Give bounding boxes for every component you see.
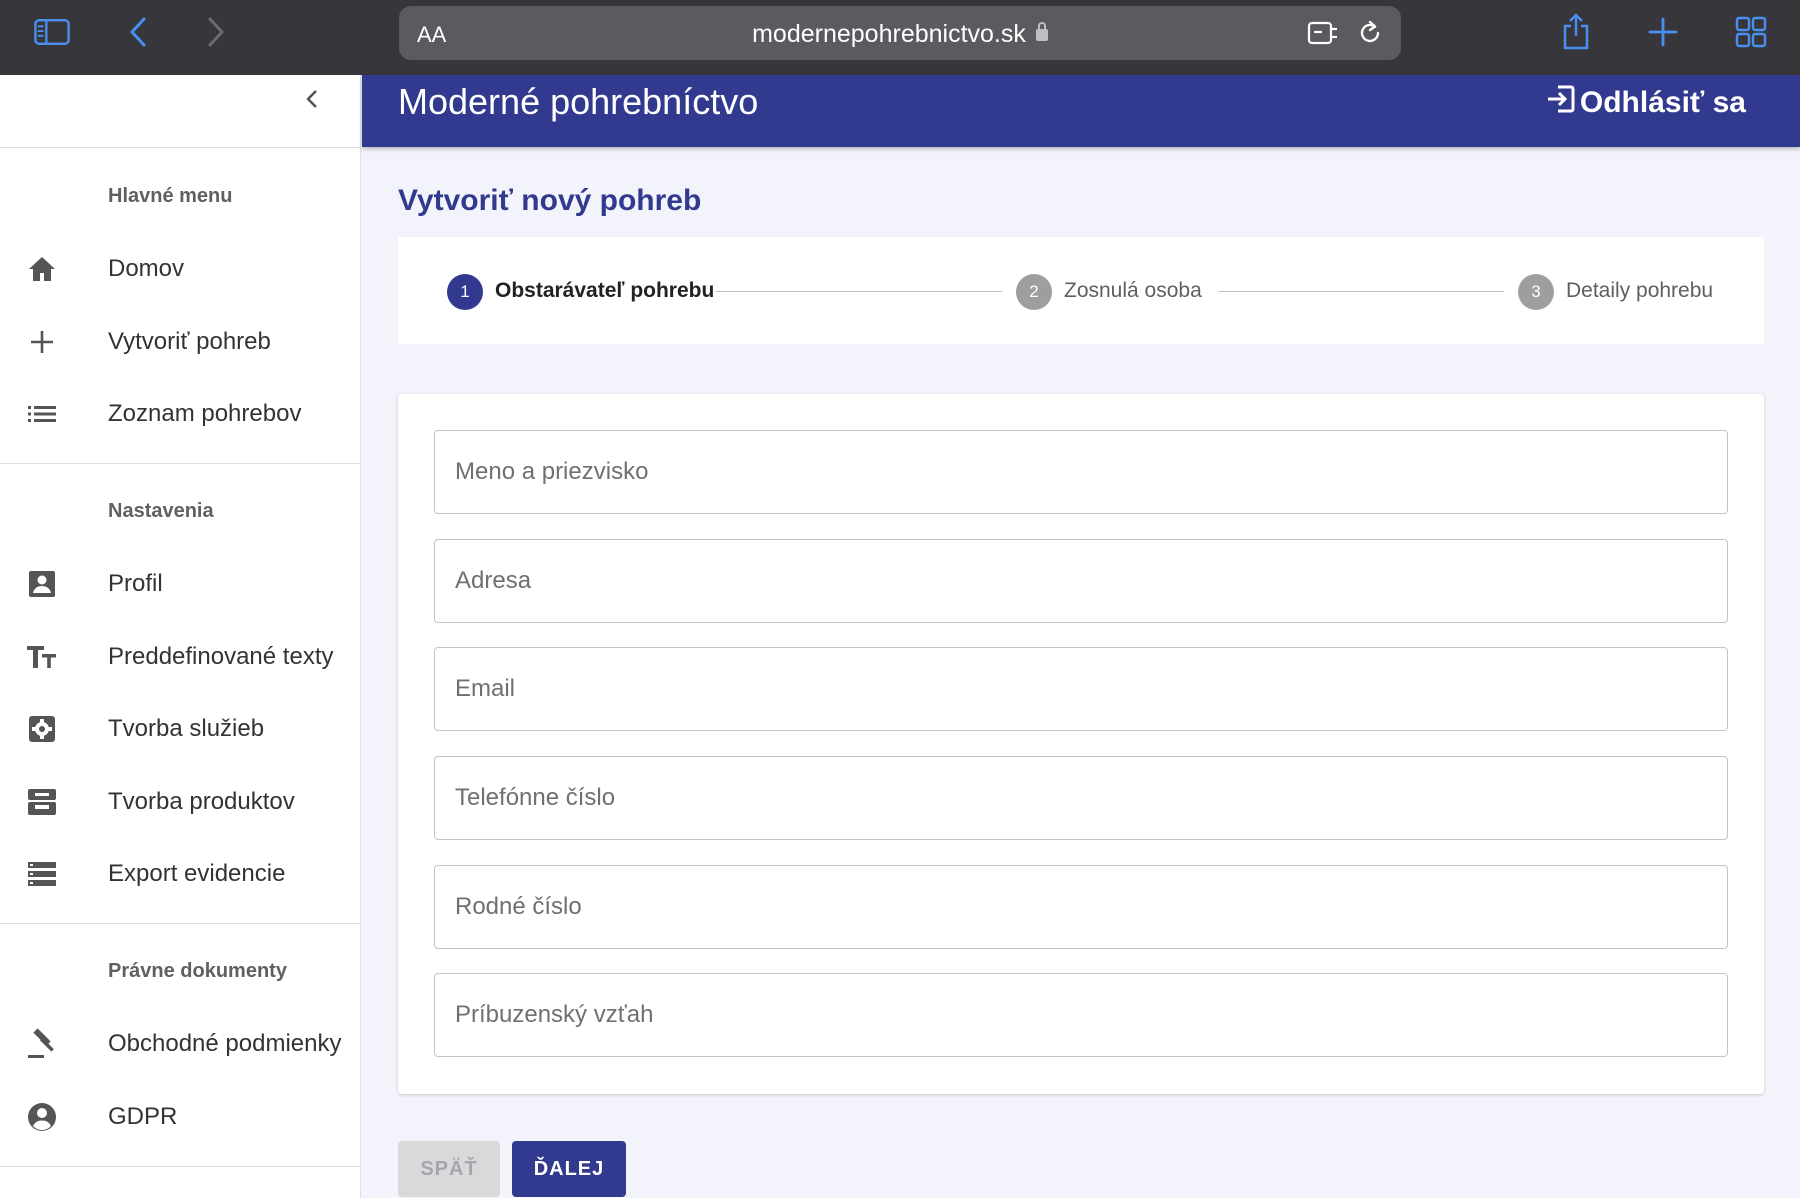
sidebar-item-funeral-list[interactable]: Zoznam pohrebov [0,378,361,450]
settings-box-icon [26,713,58,745]
sidebar-item-label: GDPR [108,1103,178,1130]
sidebar-item-label: Profil [108,570,163,597]
chevron-left-icon[interactable] [296,83,328,115]
sidebar-header [0,75,361,148]
storage-icon [26,858,58,890]
sidebar-item-label: Tvorba služieb [108,715,265,742]
step-label-1[interactable]: Obstarávateľ pohrebu [495,279,714,303]
sidebar: Hlavné menu Domov Vytvoriť pohreb Zoznam… [0,75,361,1198]
logout-label: Odhlásiť sa [1579,86,1746,119]
inbox-icon [26,786,58,818]
step-connector [1218,291,1504,292]
next-button[interactable]: ĎALEJ [512,1141,626,1197]
address-bar[interactable]: AA modernepohrebnictvo.sk [399,6,1401,60]
section-heading-legal: Právne dokumenty [108,960,287,982]
home-icon [26,253,58,285]
sidebar-item-create-funeral[interactable]: Vytvoriť pohreb [0,306,361,378]
text-fields-icon [26,641,58,673]
page-title: Vytvoriť nový pohreb [398,184,702,217]
section-heading-settings: Nastavenia [108,500,214,522]
lock-icon [1035,22,1048,41]
url-text[interactable]: modernepohrebnictvo.sk [399,20,1401,49]
gavel-icon [26,1028,58,1060]
step-number-1[interactable]: 1 [447,274,483,310]
procurer-form [398,394,1764,1094]
tabs-icon[interactable] [1733,14,1769,50]
sidebar-item-label: Preddefinované texty [108,643,334,670]
section-heading-main-menu: Hlavné menu [108,185,233,207]
sidebar-item-label: Vytvoriť pohreb [108,328,271,355]
step-connector [716,291,1002,292]
plus-icon [26,326,58,358]
sidebar-item-products[interactable]: Tvorba produktov [0,766,361,838]
sidebar-item-label: Obchodné podmienky [108,1030,342,1057]
stepper: 1 Obstarávateľ pohrebu 2 Zosnulá osoba 3… [398,237,1764,344]
sidebar-item-label: Zoznam pohrebov [108,400,302,427]
phone-field[interactable] [434,756,1728,840]
address-field[interactable] [434,539,1728,623]
app-header: Moderné pohrebníctvo Odhlásiť sa [362,75,1800,147]
step-label-2[interactable]: Zosnulá osoba [1064,279,1202,303]
sidebar-item-label: Domov [108,255,185,282]
step-number-2[interactable]: 2 [1016,274,1052,310]
profile-icon [26,568,58,600]
sidebar-divider [0,463,361,464]
sidebar-divider [0,1166,361,1167]
sidebar-item-export[interactable]: Export evidencie [0,838,361,910]
logout-icon [1546,84,1576,122]
sidebar-item-label: Tvorba produktov [108,788,295,815]
account-circle-icon [26,1101,58,1133]
share-icon[interactable] [1558,13,1594,50]
reader-icon[interactable] [1305,15,1341,51]
logout-button[interactable]: Odhlásiť sa [1546,84,1746,122]
step-number-3[interactable]: 3 [1518,274,1554,310]
sidebar-item-gdpr[interactable]: GDPR [0,1081,361,1153]
back-button[interactable]: SPÄŤ [398,1141,500,1197]
browser-toolbar: AA modernepohrebnictvo.sk [0,0,1800,75]
reload-icon[interactable] [1352,15,1388,51]
name-field[interactable] [434,430,1728,514]
sidebar-item-terms[interactable]: Obchodné podmienky [0,1008,361,1080]
sidebar-item-predefined-texts[interactable]: Preddefinované texty [0,621,361,693]
sidebar-icon[interactable] [34,14,70,50]
email-field[interactable] [434,647,1728,731]
new-tab-icon[interactable] [1645,14,1681,50]
relationship-field[interactable] [434,973,1728,1057]
sidebar-divider [0,923,361,924]
app-title: Moderné pohrebníctvo [398,81,759,122]
step-label-3[interactable]: Detaily pohrebu [1566,279,1713,303]
sidebar-item-label: Export evidencie [108,860,286,887]
sidebar-item-home[interactable]: Domov [0,233,361,305]
list-icon [26,398,58,430]
birth-number-field[interactable] [434,865,1728,949]
back-icon[interactable] [120,14,156,50]
sidebar-item-profile[interactable]: Profil [0,548,361,620]
forward-icon[interactable] [198,14,234,50]
sidebar-item-services[interactable]: Tvorba služieb [0,693,361,765]
